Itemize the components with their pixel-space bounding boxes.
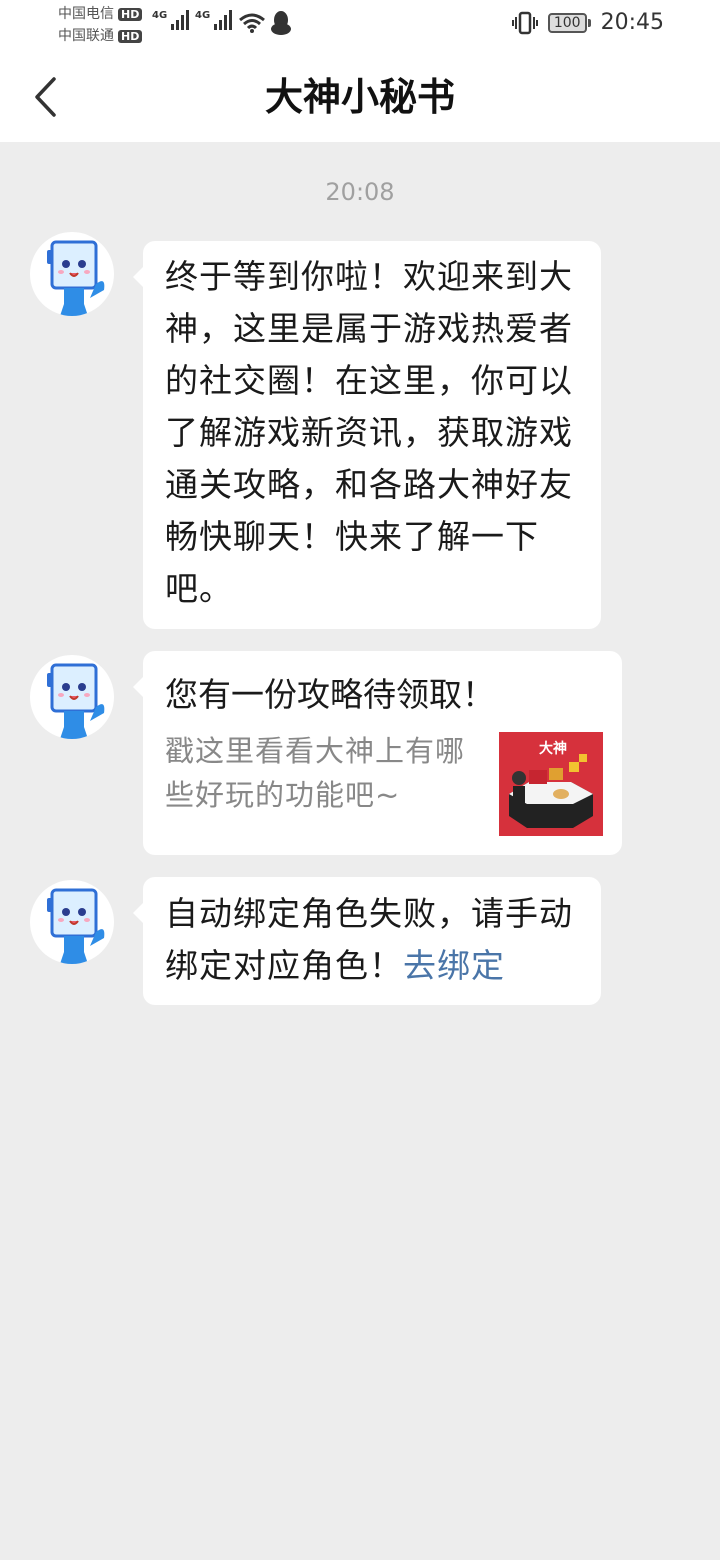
wifi-icon <box>239 13 265 33</box>
hd-badge: HD <box>118 7 143 21</box>
message-body: 自动绑定角色失败，请手动绑定对应角色！ <box>165 894 573 985</box>
bot-avatar[interactable] <box>30 880 114 964</box>
bind-role-link[interactable]: 去绑定 <box>403 946 505 985</box>
card-thumbnail: 大神 <box>499 732 603 836</box>
status-bar: 中国电信 HD 中国联通 HD 4G 4G 100 20:45 <box>0 0 720 52</box>
carrier-2-label: 中国联通 <box>58 28 114 44</box>
mascot-icon <box>47 240 105 316</box>
thumbnail-illustration <box>509 754 593 828</box>
signal-icon: 4G <box>152 10 190 30</box>
page-title: 大神小秘书 <box>264 75 455 119</box>
battery-level: 100 <box>547 12 587 33</box>
bot-avatar[interactable] <box>30 655 114 739</box>
card-description: 戳这里看看大神上有哪些好玩的功能吧~ <box>165 734 466 812</box>
carrier-1-label: 中国电信 <box>58 6 114 22</box>
card-title: 您有一份攻略待领取！ <box>165 675 495 714</box>
title-bar: 大神小秘书 <box>0 52 720 142</box>
qq-penguin-icon <box>271 11 291 35</box>
network-type-label: 4G <box>195 10 211 21</box>
vibrate-icon <box>511 11 538 34</box>
message-text: 终于等到你啦！欢迎来到大神，这里是属于游戏热爱者的社交圈！在这里，你可以了解游戏… <box>165 257 573 608</box>
message-text: 自动绑定角色失败，请手动绑定对应角色！去绑定 <box>165 888 583 992</box>
signal-icon: 4G <box>195 10 233 30</box>
hd-badge: HD <box>118 29 143 43</box>
network-type-label: 4G <box>152 10 168 21</box>
bot-avatar[interactable] <box>30 232 114 316</box>
guide-card[interactable]: 您有一份攻略待领取！ 戳这里看看大神上有哪些好玩的功能吧~ 大神 <box>133 651 622 855</box>
carrier-info: 中国电信 HD 中国联通 HD <box>58 3 143 47</box>
mascot-icon <box>47 663 105 739</box>
message-bubble[interactable]: 自动绑定角色失败，请手动绑定对应角色！去绑定 <box>133 877 601 1005</box>
status-time: 20:45 <box>600 10 664 35</box>
chat-timestamp: 20:08 <box>325 178 395 206</box>
battery-icon: 100 <box>547 12 591 33</box>
message-bubble[interactable]: 终于等到你啦！欢迎来到大神，这里是属于游戏热爱者的社交圈！在这里，你可以了解游戏… <box>133 241 601 629</box>
mascot-icon <box>47 888 105 964</box>
